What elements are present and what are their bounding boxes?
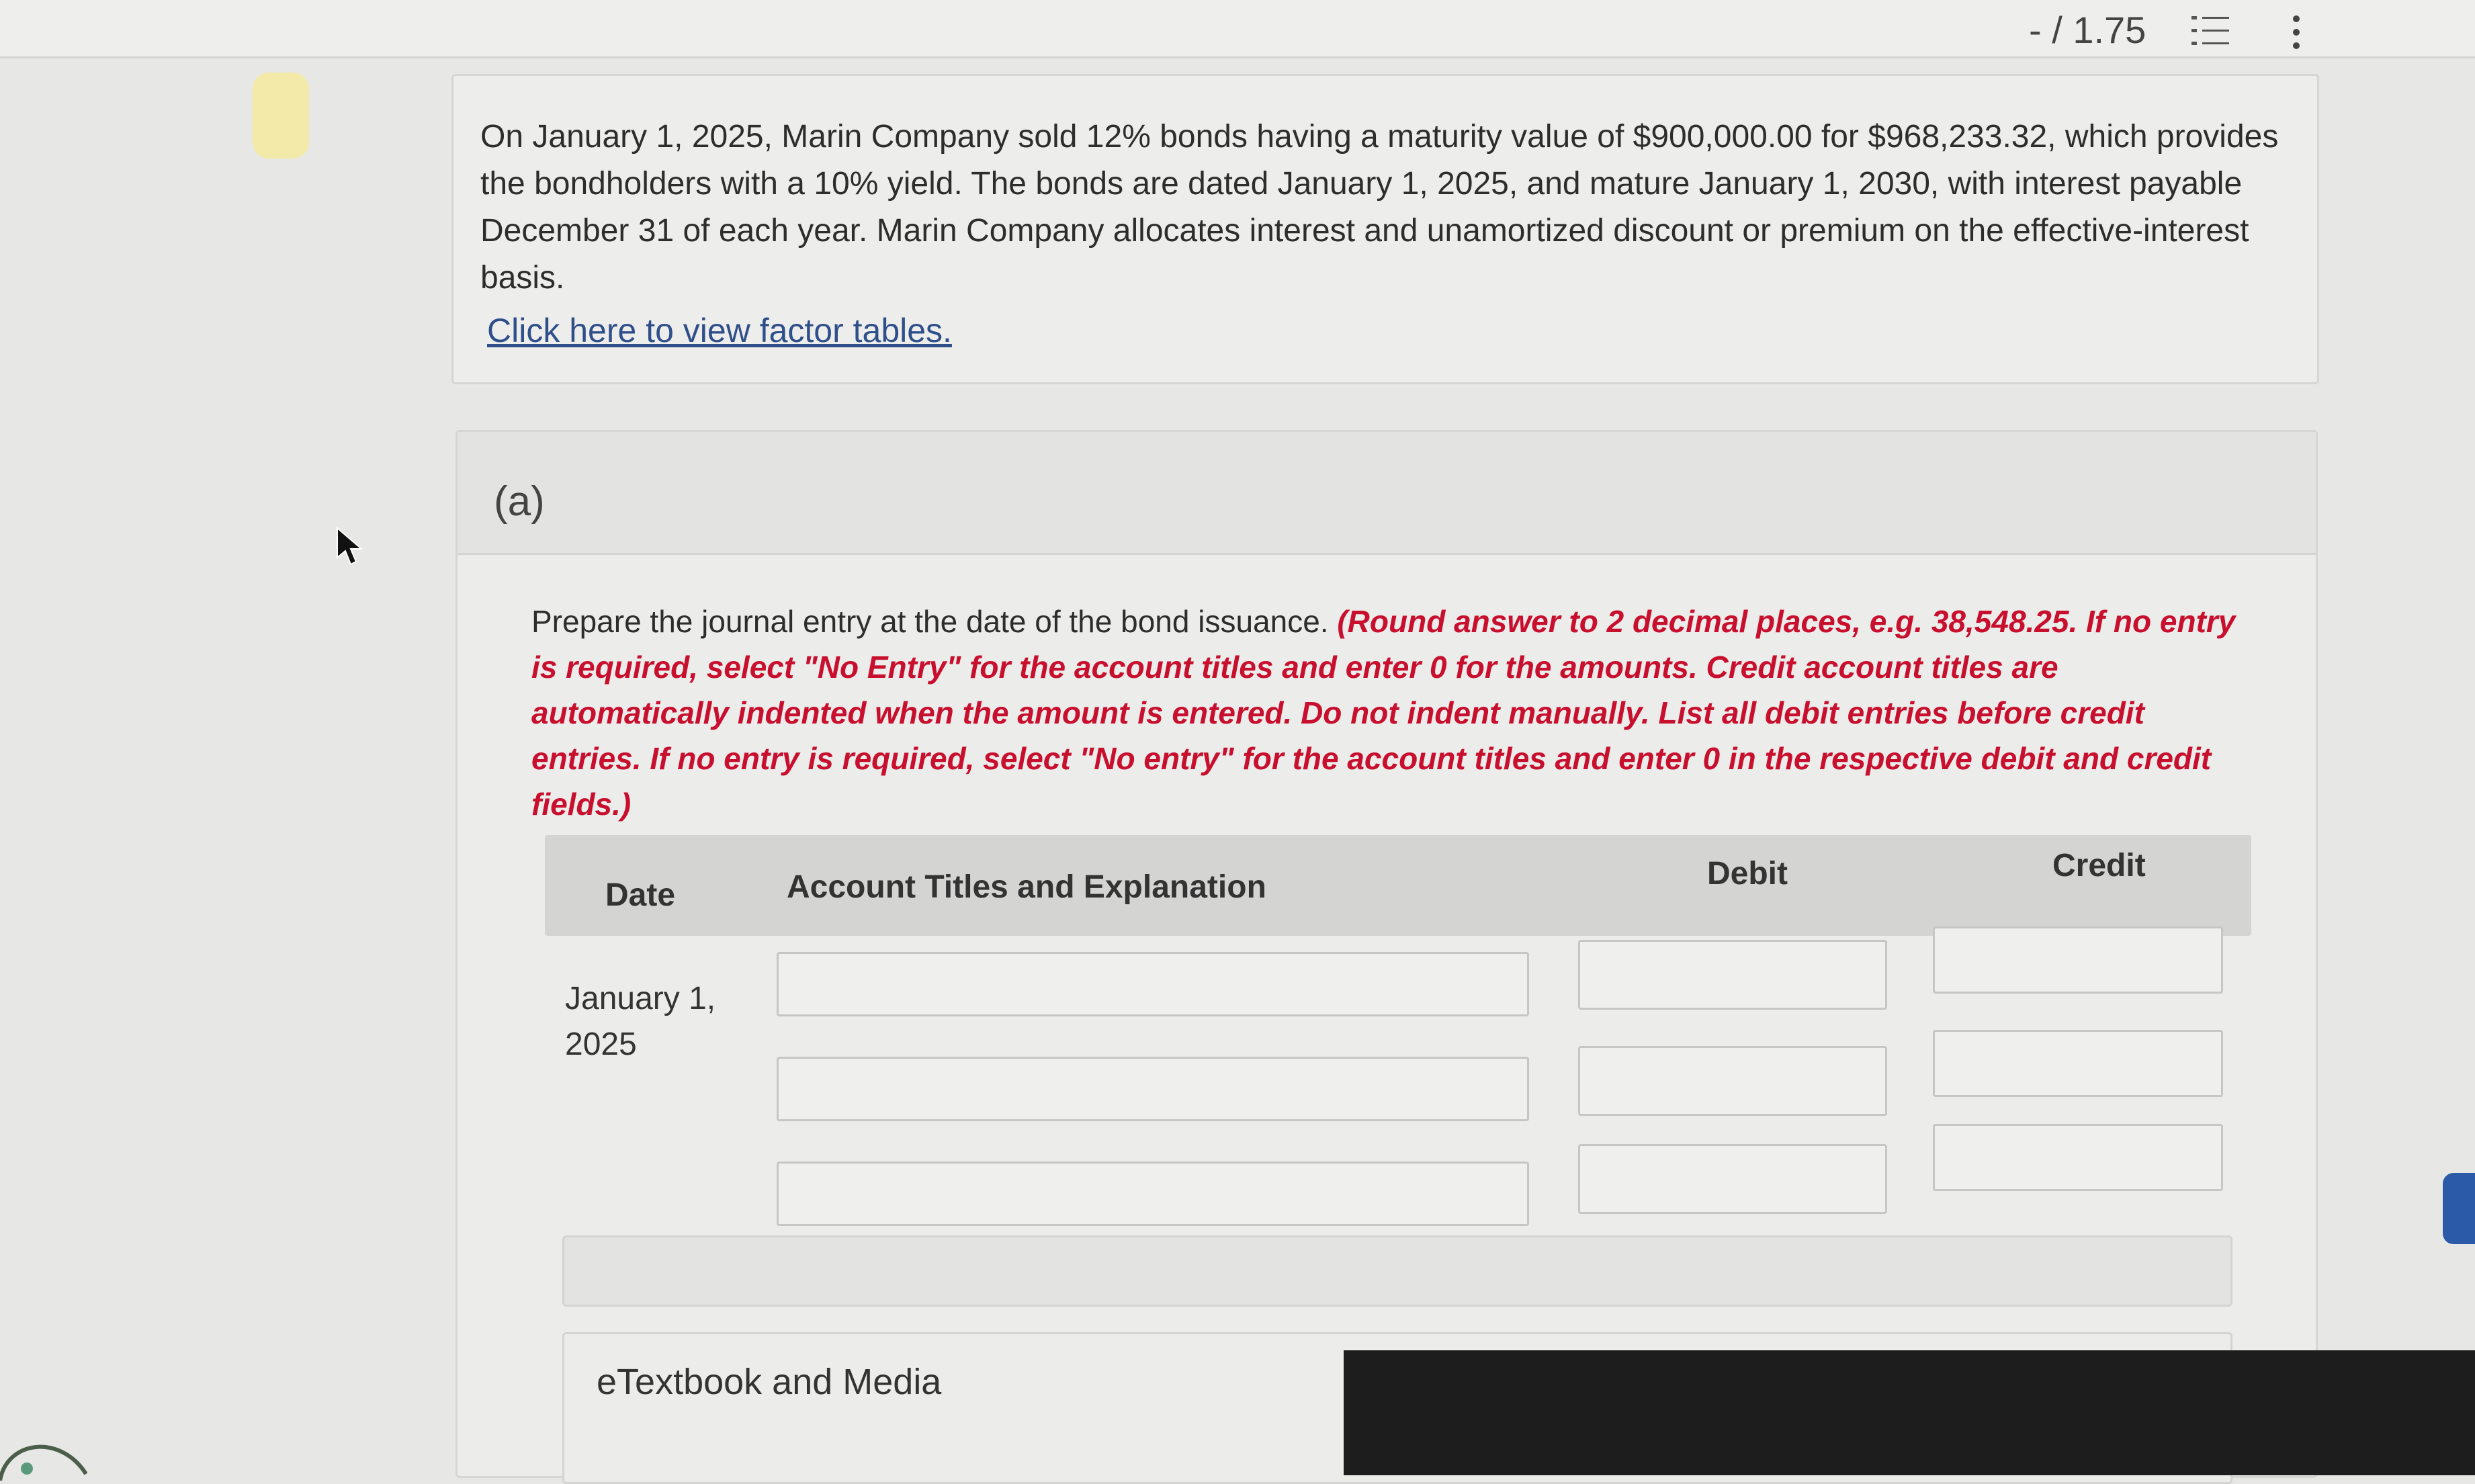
mouse-cursor-icon — [337, 527, 363, 566]
header-debit: Debit — [1707, 856, 1788, 891]
header-date: Date — [605, 877, 676, 913]
credit-input[interactable] — [1933, 1124, 2223, 1191]
header-credit: Credit — [2052, 848, 2146, 883]
top-toolbar: - / 1.75 — [0, 0, 2475, 58]
factor-tables-link[interactable]: Click here to view factor tables. — [487, 311, 952, 350]
debit-input[interactable] — [1578, 940, 1887, 1010]
etextbook-link[interactable]: eTextbook and Media — [597, 1361, 941, 1403]
date-line-2: 2025 — [565, 1027, 637, 1062]
part-header: (a) — [458, 432, 2316, 555]
question-tab-marker[interactable] — [253, 73, 309, 159]
list-icon[interactable] — [2191, 15, 2229, 47]
problem-statement-card: On January 1, 2025, Marin Company sold 1… — [451, 74, 2319, 384]
score-display: - / 1.75 — [2029, 9, 2146, 51]
part-label: (a) — [494, 478, 545, 525]
answer-footer-bar — [562, 1235, 2232, 1307]
account-title-input[interactable] — [777, 1057, 1529, 1121]
instructions: Prepare the journal entry at the date of… — [531, 599, 2251, 827]
debit-input[interactable] — [1578, 1046, 1887, 1116]
instruction-text: Prepare the journal entry at the date of… — [531, 604, 1338, 639]
credit-input[interactable] — [1933, 926, 2223, 994]
kebab-menu-icon[interactable] — [2284, 12, 2308, 52]
corner-graphic — [0, 1444, 87, 1481]
debit-input[interactable] — [1578, 1144, 1887, 1214]
bezel-strip — [1344, 1350, 2475, 1475]
journal-table-header: Date Account Titles and Explanation Debi… — [545, 835, 2251, 936]
problem-text: On January 1, 2025, Marin Company sold 1… — [480, 119, 2279, 296]
part-a-card: (a) Prepare the journal entry at the dat… — [455, 430, 2318, 1484]
side-panel-tab[interactable] — [2443, 1173, 2475, 1244]
header-account: Account Titles and Explanation — [787, 869, 1266, 905]
credit-input[interactable] — [1933, 1030, 2223, 1097]
account-title-input[interactable] — [777, 1162, 1529, 1226]
account-title-input[interactable] — [777, 952, 1529, 1016]
date-cell: January 1, 2025 — [565, 976, 715, 1067]
date-line-1: January 1, — [565, 981, 716, 1016]
